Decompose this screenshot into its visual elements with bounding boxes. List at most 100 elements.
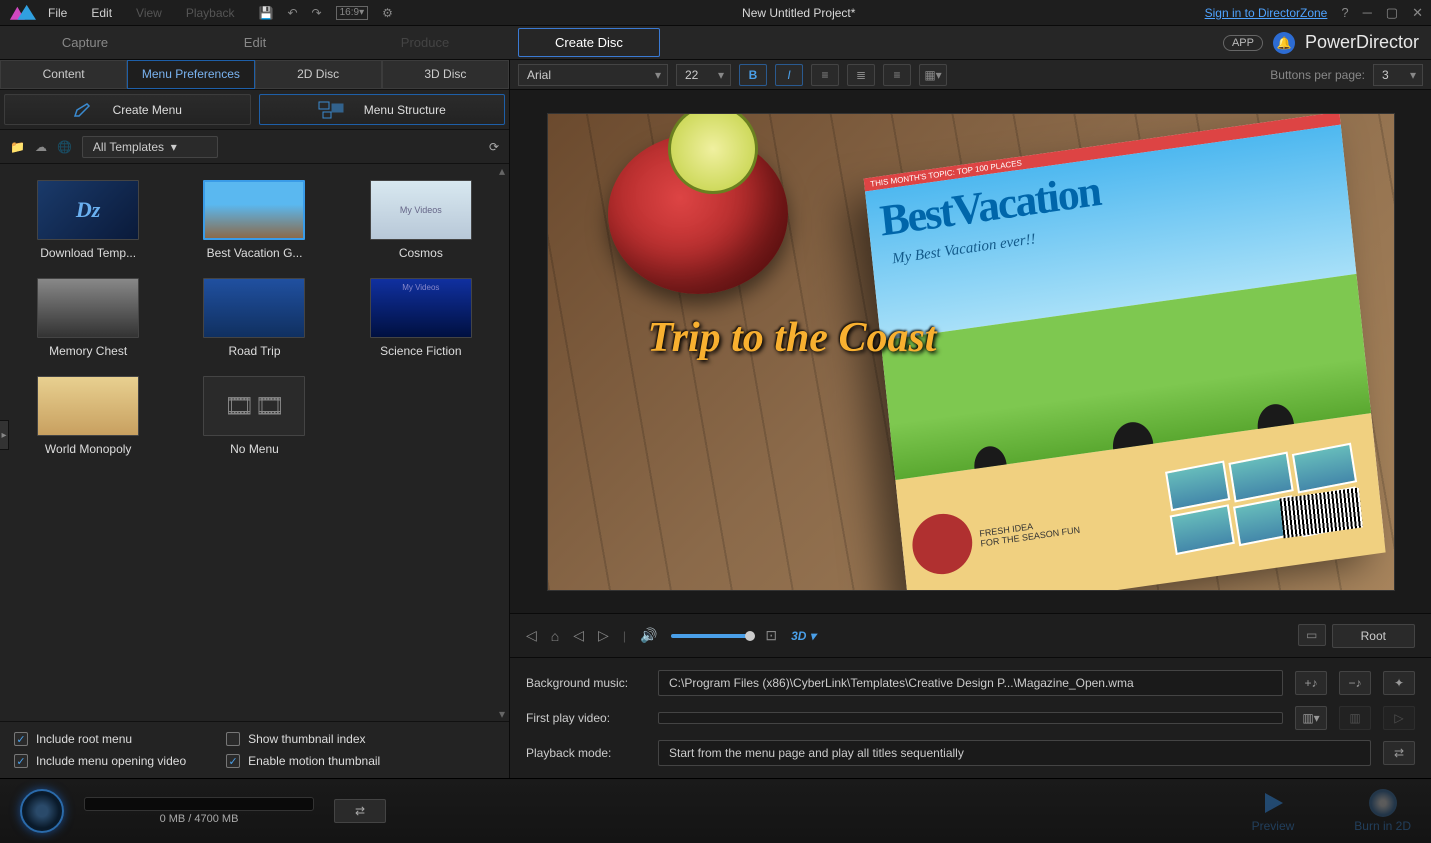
menu-edit[interactable]: Edit [91, 6, 112, 20]
align-left-button[interactable]: ≡ [811, 64, 839, 86]
remove-video-button: ▥ [1339, 706, 1371, 730]
music-settings-button[interactable]: ✦ [1383, 671, 1415, 695]
notification-icon[interactable]: 🔔 [1273, 32, 1295, 54]
volume-icon[interactable]: 🔊 [640, 627, 657, 644]
settings-icon[interactable]: ⚙ [382, 6, 393, 20]
bg-music-label: Background music: [526, 676, 646, 690]
mode-row: Capture Edit Produce Create Disc APP 🔔 P… [0, 26, 1431, 60]
close-icon[interactable]: ✕ [1412, 5, 1423, 21]
template-thumb [203, 278, 305, 338]
aspect-ratio-icon[interactable]: 16:9▾ [336, 6, 368, 20]
scroll-up-icon[interactable]: ▴ [499, 164, 505, 178]
template-item[interactable]: My Videos Science Fiction [353, 278, 489, 358]
burn-button[interactable]: Burn in 2D [1354, 789, 1411, 833]
subtab-content[interactable]: Content [0, 60, 127, 89]
checkbox-thumb-index[interactable] [226, 732, 240, 746]
app-badge[interactable]: APP [1223, 35, 1263, 51]
structure-icon [318, 101, 344, 119]
template-label: Science Fiction [380, 344, 461, 358]
menu-file[interactable]: File [48, 6, 67, 20]
template-thumb [203, 180, 305, 240]
buttons-per-page-select[interactable]: 3 [1373, 64, 1423, 86]
root-button[interactable]: Root [1332, 624, 1415, 648]
bold-button[interactable]: B [739, 64, 767, 86]
mode-edit[interactable]: Edit [170, 27, 340, 58]
template-item[interactable]: My Videos Cosmos [353, 180, 489, 260]
back-icon[interactable]: ◁ [573, 627, 584, 644]
remove-music-button[interactable]: −♪ [1339, 671, 1371, 695]
template-item[interactable]: World Monopoly [20, 376, 156, 456]
template-item[interactable]: Best Vacation G... [186, 180, 322, 260]
import-icon[interactable]: 📁 [10, 140, 25, 154]
template-item[interactable]: Road Trip [186, 278, 322, 358]
template-label: Cosmos [399, 246, 443, 260]
template-label: Download Temp... [40, 246, 136, 260]
switch-disc-button[interactable]: ⇄ [334, 799, 386, 823]
first-play-input[interactable] [658, 712, 1283, 724]
mode-capture[interactable]: Capture [0, 27, 170, 58]
create-menu-button[interactable]: Create Menu [4, 94, 251, 125]
subtab-2d-disc[interactable]: 2D Disc [255, 60, 382, 89]
subtab-menu-preferences[interactable]: Menu Preferences [127, 60, 254, 89]
home-icon[interactable]: ⌂ [551, 628, 559, 644]
template-thumb: My Videos [370, 180, 472, 240]
signin-link[interactable]: Sign in to DirectorZone [1205, 6, 1328, 20]
align-center-button[interactable]: ≣ [847, 64, 875, 86]
menu-playback: Playback [186, 6, 235, 20]
preview-button[interactable]: Preview [1252, 789, 1295, 833]
template-label: Road Trip [228, 344, 280, 358]
subtab-3d-disc[interactable]: 3D Disc [382, 60, 509, 89]
bg-music-input[interactable]: C:\Program Files (x86)\CyberLink\Templat… [658, 670, 1283, 696]
undo-icon[interactable]: ↶ [287, 6, 297, 20]
pencil-icon [73, 102, 93, 118]
bpp-label: Buttons per page: [1270, 68, 1365, 82]
add-video-button[interactable]: ▥▾ [1295, 706, 1327, 730]
font-size-select[interactable]: 22 [676, 64, 731, 86]
template-filter-select[interactable]: All Templates ▾ [82, 136, 218, 158]
forward-icon[interactable]: ▷ [598, 627, 609, 644]
brand-label: PowerDirector [1305, 32, 1419, 53]
scroll-down-icon[interactable]: ▾ [499, 707, 505, 721]
3d-toggle[interactable]: 3D ▾ [791, 629, 816, 643]
template-thumb: My Videos [370, 278, 472, 338]
save-icon[interactable]: 💾 [259, 6, 274, 20]
volume-slider[interactable] [671, 634, 751, 638]
help-icon[interactable]: ? [1341, 5, 1348, 20]
safe-zone-icon[interactable]: ▭ [1298, 624, 1326, 646]
create-disc-button[interactable]: Create Disc [518, 28, 660, 57]
template-label: Best Vacation G... [207, 246, 303, 260]
preview-label: Preview [1252, 819, 1295, 833]
disc-capacity-bar [84, 797, 314, 811]
prev-menu-icon[interactable]: ◁ [526, 627, 537, 644]
menu-preview[interactable]: THIS MONTH'S TOPIC: TOP 100 PLACES BestV… [547, 113, 1395, 591]
globe-icon[interactable]: 🌐 [57, 140, 72, 154]
italic-button[interactable]: I [775, 64, 803, 86]
checkbox-motion-thumb[interactable] [226, 754, 240, 768]
add-music-button[interactable]: +♪ [1295, 671, 1327, 695]
minimize-icon[interactable]: ─ [1363, 5, 1372, 20]
checkbox-include-opening[interactable] [14, 754, 28, 768]
motion-thumb-label: Enable motion thumbnail [248, 754, 380, 768]
playback-mode-button[interactable]: ⇄ [1383, 741, 1415, 765]
menu-structure-button[interactable]: Menu Structure [259, 94, 506, 125]
template-item[interactable]: DzDownload Temp... [20, 180, 156, 260]
playback-mode-input[interactable]: Start from the menu page and play all ti… [658, 740, 1371, 766]
refresh-icon[interactable]: ⟳ [489, 140, 499, 154]
mode-produce[interactable]: Produce [340, 27, 510, 58]
cloud-icon[interactable]: ☁ [35, 140, 47, 154]
main-menu: File Edit View Playback [48, 6, 235, 20]
template-item[interactable]: 🎞🎞No Menu [186, 376, 322, 456]
maximize-icon[interactable]: ▢ [1386, 5, 1398, 21]
preview-area: THIS MONTH'S TOPIC: TOP 100 PLACES BestV… [510, 90, 1431, 613]
template-item[interactable]: Memory Chest [20, 278, 156, 358]
font-select[interactable]: Arial [518, 64, 668, 86]
disc-capacity-text: 0 MB / 4700 MB [84, 813, 314, 825]
align-right-button[interactable]: ≡ [883, 64, 911, 86]
display-mode-icon[interactable]: ⊡ [765, 627, 777, 644]
template-thumb [37, 376, 139, 436]
checkbox-include-root[interactable] [14, 732, 28, 746]
titlebar: File Edit View Playback 💾 ↶ ↷ 16:9▾ ⚙ Ne… [0, 0, 1431, 26]
layout-button[interactable]: ▦▾ [919, 64, 947, 86]
redo-icon[interactable]: ↷ [312, 6, 322, 20]
menu-title-text[interactable]: Trip to the Coast [648, 314, 937, 362]
